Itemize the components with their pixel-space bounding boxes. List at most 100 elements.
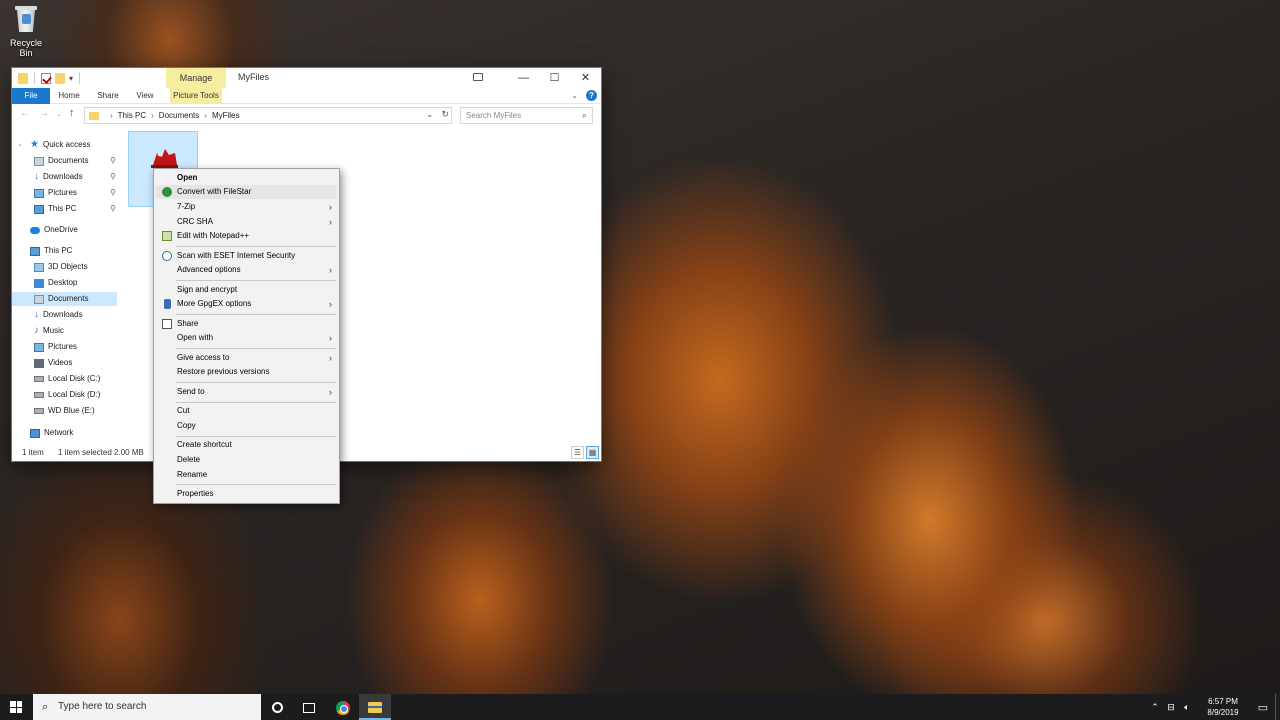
nav-qa-documents[interactable]: Documents ⚲: [34, 154, 118, 168]
nav-onedrive[interactable]: OneDrive: [30, 223, 78, 237]
tab-home[interactable]: Home: [57, 88, 81, 104]
nav-local-disk-c[interactable]: Local Disk (C:): [34, 372, 100, 386]
menu-label: Sign and encrypt: [177, 285, 238, 294]
drive-icon: [34, 392, 44, 398]
tab-file[interactable]: File: [12, 88, 50, 104]
menu-cut[interactable]: Cut: [156, 404, 337, 418]
window-title: MyFiles: [238, 72, 269, 82]
nav-downloads[interactable]: ↓ Downloads: [34, 308, 83, 322]
start-button[interactable]: [0, 694, 32, 720]
menu-open-with[interactable]: Open with ›: [156, 331, 337, 345]
nav-qa-downloads[interactable]: ↓ Downloads ⚲: [34, 170, 118, 184]
menu-share[interactable]: Share: [156, 317, 337, 331]
menu-eset-scan[interactable]: Scan with ESET Internet Security: [156, 249, 337, 263]
cortana-button[interactable]: [261, 694, 293, 720]
nav-this-pc[interactable]: This PC: [30, 244, 72, 258]
nav-documents[interactable]: Documents: [12, 292, 117, 306]
large-icons-view-icon[interactable]: ▦: [586, 446, 599, 459]
menu-notepad[interactable]: Edit with Notepad++: [156, 229, 337, 243]
address-dropdown-icon[interactable]: ⌄: [426, 109, 434, 120]
details-view-icon[interactable]: ☰: [571, 446, 584, 459]
nav-wd-blue[interactable]: WD Blue (E:): [34, 404, 95, 418]
nav-qa-pictures[interactable]: Pictures ⚲: [34, 186, 118, 200]
computer-icon: [34, 204, 44, 214]
chevron-down-icon[interactable]: ⌄: [17, 138, 23, 152]
chevron-right-icon[interactable]: ›: [110, 111, 113, 120]
chevron-right-icon: ›: [329, 333, 332, 343]
recycle-bin-icon[interactable]: Recycle Bin: [4, 4, 48, 58]
customize-toolbar-icon[interactable]: ▾: [69, 74, 73, 83]
menu-advanced-options[interactable]: Advanced options ›: [156, 263, 337, 277]
properties-icon[interactable]: [41, 72, 51, 84]
file-explorer-icon: [368, 702, 382, 714]
clock[interactable]: 6:57 PM 8/9/2019: [1195, 696, 1251, 718]
breadcrumb-this-pc[interactable]: This PC: [118, 111, 146, 120]
chrome-button[interactable]: [327, 694, 359, 720]
menu-label: Give access to: [177, 353, 230, 362]
breadcrumb-myfiles[interactable]: MyFiles: [212, 111, 240, 120]
address-bar[interactable]: › This PC › Documents › MyFiles ⌄ ↻: [84, 107, 452, 124]
nav-music[interactable]: ♪ Music: [34, 324, 64, 338]
maximize-button[interactable]: ☐: [539, 68, 570, 88]
menu-copy[interactable]: Copy: [156, 419, 337, 433]
forward-arrow-icon[interactable]: →: [39, 108, 49, 119]
minimize-button[interactable]: —: [508, 68, 539, 88]
nav-pictures[interactable]: Pictures: [34, 340, 77, 354]
taskbar-search-input[interactable]: ⌕ Type here to search: [33, 694, 261, 720]
menu-gpgex[interactable]: More GpgEX options ›: [156, 297, 337, 311]
new-folder-icon[interactable]: [55, 72, 65, 84]
menu-separator: [176, 402, 336, 403]
chevron-right-icon: ›: [329, 299, 332, 309]
chevron-up-icon[interactable]: ⌃: [1147, 702, 1163, 713]
nav-network[interactable]: Network: [30, 426, 73, 440]
tab-picture-tools[interactable]: Picture Tools: [170, 88, 222, 104]
chevron-right-icon[interactable]: ›: [204, 111, 207, 120]
nav-local-disk-d[interactable]: Local Disk (D:): [34, 388, 100, 402]
manage-tab[interactable]: Manage: [166, 68, 226, 88]
chevron-right-icon[interactable]: ›: [151, 111, 154, 120]
computer-icon: [30, 246, 40, 256]
search-input[interactable]: Search MyFiles ⌕: [460, 107, 593, 124]
menu-open[interactable]: Open: [156, 171, 337, 185]
notifications-icon[interactable]: ▭: [1251, 701, 1275, 714]
tab-share[interactable]: Share: [96, 88, 120, 104]
recycle-bin-image: [13, 4, 39, 34]
folder-icon: [89, 111, 99, 120]
nav-3d-objects[interactable]: 3D Objects: [34, 260, 88, 274]
address-tools: ⌄ ↻: [426, 109, 449, 120]
nav-label: This PC: [48, 204, 77, 213]
menu-crc-sha[interactable]: CRC SHA ›: [156, 215, 337, 229]
menu-give-access[interactable]: Give access to ›: [156, 351, 337, 365]
network-icon[interactable]: ⊟: [1163, 702, 1179, 713]
nav-label: Videos: [48, 358, 73, 367]
up-arrow-icon[interactable]: ↑: [69, 107, 75, 119]
nav-videos[interactable]: Videos: [34, 356, 72, 370]
nav-desktop[interactable]: Desktop: [34, 276, 77, 290]
nav-qa-this-pc[interactable]: This PC ⚲: [34, 202, 118, 216]
menu-delete[interactable]: Delete: [156, 453, 337, 467]
expand-ribbon-icon[interactable]: ⌄: [571, 91, 578, 100]
nav-label: OneDrive: [44, 225, 78, 234]
menu-rename[interactable]: Rename: [156, 468, 337, 482]
close-button[interactable]: ✕: [570, 68, 601, 88]
menu-label: CRC SHA: [177, 217, 214, 226]
nav-quick-access[interactable]: ⌄ ★ Quick access: [17, 138, 91, 152]
menu-restore-versions[interactable]: Restore previous versions: [156, 365, 337, 379]
back-arrow-icon[interactable]: ←: [20, 108, 30, 119]
menu-properties[interactable]: Properties: [156, 487, 337, 501]
refresh-icon[interactable]: ↻: [441, 109, 449, 120]
menu-sign-encrypt[interactable]: Sign and encrypt: [156, 283, 337, 297]
breadcrumb-documents[interactable]: Documents: [159, 111, 199, 120]
menu-7zip[interactable]: 7-Zip ›: [156, 200, 337, 214]
menu-convert-filestar[interactable]: Convert with FileStar: [156, 185, 337, 199]
lock-icon: [164, 299, 171, 309]
menu-create-shortcut[interactable]: Create shortcut: [156, 438, 337, 452]
recent-locations-icon[interactable]: ⌄: [56, 110, 62, 118]
task-view-button[interactable]: [293, 694, 325, 720]
file-explorer-button[interactable]: [359, 694, 391, 720]
help-icon[interactable]: ?: [586, 90, 597, 101]
tab-view[interactable]: View: [134, 88, 156, 104]
volume-icon[interactable]: 🔈︎: [1179, 702, 1195, 713]
menu-send-to[interactable]: Send to ›: [156, 385, 337, 399]
show-desktop-button[interactable]: [1275, 694, 1280, 720]
